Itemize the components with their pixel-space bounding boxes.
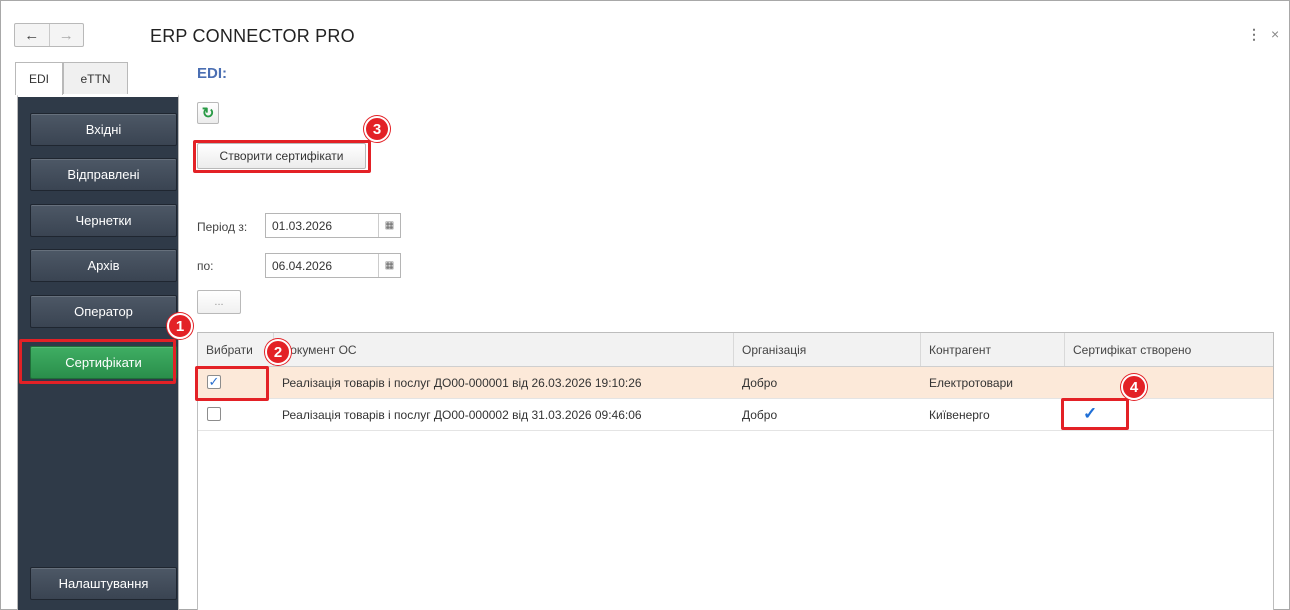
period-from-label: Період з: (197, 220, 248, 234)
counterparty-cell: Київенерго (929, 408, 990, 422)
period-from-value: 01.03.2026 (272, 219, 333, 233)
document-cell: Реалізація товарів і послуг ДО00-000002 … (282, 408, 642, 422)
refresh-icon: ↻ (201, 105, 215, 122)
app-title: ERP CONNECTOR PRO (150, 26, 355, 46)
certificate-cell (1065, 367, 1073, 399)
refresh-button[interactable]: ↻ (197, 102, 219, 124)
sidebar-item-drafts[interactable]: Чернетки (30, 204, 177, 237)
sidebar-item-sent[interactable]: Відправлені (30, 158, 177, 191)
tab-ettn[interactable]: eTTN (63, 62, 128, 94)
certificates-highlight (19, 339, 176, 384)
sidebar-item-settings[interactable]: Налаштування (30, 567, 177, 600)
table-row[interactable]: ✓ Реалізація товарів і послуг ДО00-00000… (198, 367, 1273, 399)
tab-edi[interactable]: EDI (15, 62, 63, 95)
organization-cell: Добро (742, 408, 778, 422)
calendar-icon[interactable]: ▦ (378, 254, 400, 277)
certificate-highlight (1061, 398, 1129, 430)
counterparty-cell: Електротовари (929, 376, 1013, 390)
table-header: Вибрати Документ ОС Організація Контраге… (198, 333, 1273, 367)
app-window: ← → ERP CONNECTOR PRO ⋮ × EDI eTTN Вхідн… (0, 0, 1290, 610)
step-badge-2: 2 (265, 339, 291, 365)
column-certificate-created[interactable]: Сертифікат створено (1065, 333, 1273, 366)
sidebar-item-archive[interactable]: Архів (30, 249, 177, 282)
checkbox-highlight (195, 366, 269, 401)
back-arrow-icon[interactable]: ← (15, 24, 49, 46)
period-from-field[interactable]: 01.03.2026 ▦ (265, 213, 401, 238)
page-title: EDI: (197, 65, 227, 82)
step-badge-1: 1 (167, 313, 193, 339)
column-counterparty[interactable]: Контрагент (921, 333, 1065, 366)
forward-arrow-icon[interactable]: → (48, 24, 84, 46)
calendar-icon[interactable]: ▦ (378, 214, 400, 237)
sidebar-item-incoming[interactable]: Вхідні (30, 113, 177, 146)
certificates-table: Вибрати Документ ОС Організація Контраге… (197, 332, 1274, 610)
close-icon[interactable]: × (1271, 26, 1279, 42)
row-select-checkbox[interactable] (207, 407, 221, 421)
sidebar-item-operator[interactable]: Оператор (30, 295, 177, 328)
column-document[interactable]: Документ ОС (274, 333, 734, 366)
column-select[interactable]: Вибрати (198, 333, 274, 366)
more-filters-button[interactable]: ... (197, 290, 241, 314)
document-cell: Реалізація товарів і послуг ДО00-000001 … (282, 376, 642, 390)
more-options-icon[interactable]: ⋮ (1247, 26, 1261, 43)
step-badge-4: 4 (1121, 374, 1147, 400)
period-to-label: по: (197, 259, 214, 273)
column-organization[interactable]: Організація (734, 333, 921, 366)
create-button-highlight (193, 140, 371, 173)
step-badge-3: 3 (364, 116, 390, 142)
history-nav: ← → (14, 23, 84, 47)
organization-cell: Добро (742, 376, 778, 390)
period-to-field[interactable]: 06.04.2026 ▦ (265, 253, 401, 278)
period-to-value: 06.04.2026 (272, 259, 333, 273)
